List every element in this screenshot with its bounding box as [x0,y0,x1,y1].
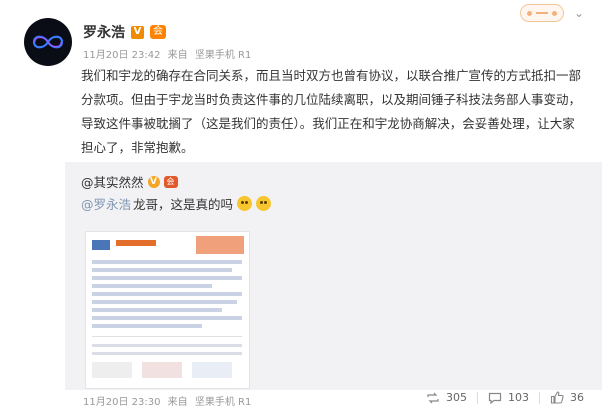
thumb-line [92,308,222,312]
thumb-line [92,344,242,347]
status-indicator[interactable] [519,4,564,22]
retweet-author-row: @其实然然 V 会 [81,172,178,191]
repost-button[interactable]: 305 [426,391,467,404]
member-badge-icon: 会 [150,25,166,39]
thumb-line [92,316,242,320]
author-name[interactable]: 罗永浩 [83,22,125,42]
v-badge-icon: V [147,175,160,188]
verified-badge-icon: V [131,25,144,39]
dot-icon [551,10,557,16]
post-meta: 11月20日 23:42 来自 坚果手机 R1 [83,46,255,61]
thumb-line [92,324,202,328]
retweet-text-row: @罗永浩 龙哥，这是真的吗 [81,194,272,213]
thumb-block [92,362,132,378]
post-time[interactable]: 11月20日 23:42 [83,50,160,61]
thumb-divider [92,336,242,337]
thumb-line [92,352,242,355]
repost-icon [427,392,439,403]
thumb-line [92,300,237,304]
retweet-text: 龙哥，这是真的吗 [133,197,234,212]
retweet-author[interactable]: @其实然然 [81,172,144,191]
thumb-line [92,276,242,280]
thumb-title-block [116,240,156,246]
divider [477,391,478,404]
comment-button[interactable]: 103 [488,391,529,404]
comment-count: 103 [508,391,529,404]
thumb-line [92,260,242,264]
post-source[interactable]: 坚果手机 R1 [195,50,252,61]
retweet-source-prefix: 来自 [167,397,188,408]
chevron-down-icon[interactable]: ⌄ [574,6,584,20]
retweet-mention[interactable]: @罗永浩 [81,194,131,213]
vip-badge-icon: 会 [163,175,178,188]
retweet-meta: 11月20日 23:30 来自 坚果手机 R1 [83,393,255,408]
retweet-source[interactable]: 坚果手机 R1 [195,397,252,408]
like-icon [550,391,564,404]
dash-icon [535,12,548,14]
thumb-banner-block [196,236,244,254]
dot-icon [526,10,532,16]
weibo-post: 罗永浩 V 会 ⌄ 11月20日 23:42 来自 坚果手机 R1 我们和宇龙的… [0,0,602,416]
thumb-line [92,292,242,296]
avatar[interactable] [24,18,72,66]
thumb-block [142,362,182,378]
action-bar: 305 103 36 [426,391,584,404]
infinity-logo-icon [32,35,64,49]
like-button[interactable]: 36 [550,391,584,404]
like-count: 36 [570,391,584,404]
thumb-block [192,362,232,378]
source-prefix: 来自 [167,50,188,61]
thumb-logo-block [92,240,110,250]
top-right-controls: ⌄ [519,4,584,22]
emoji-icon [256,196,272,211]
retweet-time[interactable]: 11月20日 23:30 [83,397,160,408]
post-text: 我们和宇龙的确存在合同关系，而且当时双方也曾有协议，以联合推广宣传的方式抵扣一部… [81,68,582,155]
repost-count: 305 [446,391,467,404]
author-row: 罗永浩 V 会 [83,22,166,42]
divider [539,391,540,404]
thumb-line [92,284,212,288]
comment-icon [488,392,502,404]
retweet-image-thumbnail[interactable] [85,231,250,389]
thumb-line [92,268,232,272]
emoji-icon [237,196,253,211]
